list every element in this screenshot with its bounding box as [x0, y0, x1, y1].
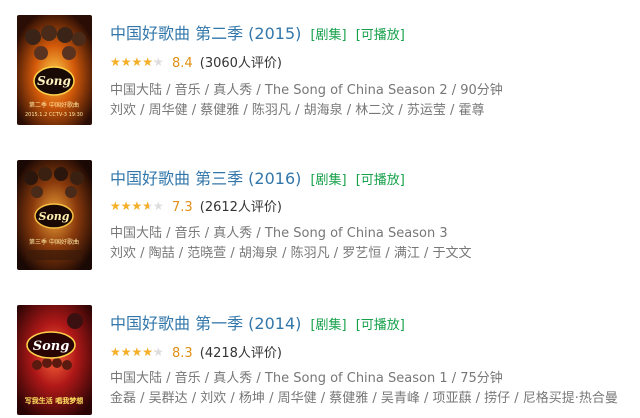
rating-stars: ★★★★★★★★★★: [110, 345, 164, 359]
poster-image[interactable]: Song 第三季 中国好歌曲: [17, 160, 92, 270]
series-tag[interactable]: [剧集]: [310, 318, 346, 333]
poster-image[interactable]: Song 第二季 中国好歌曲 2015.1.2 CCTV-3 19:30: [17, 15, 92, 125]
meta-info: 中国大陆 / 音乐 / 真人秀 / The Song of China Seas…: [110, 371, 503, 386]
result-item: Song 写我生活 唱我梦想 中国好歌曲 第一季 (2014) [剧集] [可播…: [0, 290, 640, 415]
title-link[interactable]: 中国好歌曲 第三季 (2016): [110, 169, 301, 188]
poster-caption-text: 第二季 中国好歌曲: [29, 101, 79, 109]
series-tag[interactable]: [剧集]: [310, 28, 346, 43]
meta-info: 中国大陆 / 音乐 / 真人秀 / The Song of China Seas…: [110, 83, 503, 98]
rating-fill: ★★★★★: [110, 199, 150, 213]
cast-list: 金磊 / 吴群达 / 刘欢 / 杨坤 / 周华健 / 蔡健雅 / 吴青峰 / 项…: [110, 391, 618, 406]
poster-caption-text: 写我生活 唱我梦想: [25, 396, 83, 405]
meta-info: 中国大陆 / 音乐 / 真人秀 / The Song of China Seas…: [110, 226, 448, 241]
rating-score: 7.3: [171, 200, 193, 215]
rating-count: (4218人评价): [199, 346, 282, 361]
playable-tag[interactable]: [可播放]: [356, 173, 405, 188]
cast-list: 刘欢 / 周华健 / 蔡健雅 / 陈羽凡 / 胡海泉 / 林二汶 / 苏运莹 /…: [110, 103, 485, 118]
result-item: Song 第三季 中国好歌曲 中国好歌曲 第三季 (2016) [剧集] [可播…: [0, 145, 640, 270]
poster-image[interactable]: Song 写我生活 唱我梦想: [17, 305, 92, 415]
result-item: Song 第二季 中国好歌曲 2015.1.2 CCTV-3 19:30 中国好…: [0, 0, 640, 125]
rating-fill: ★★★★★: [110, 345, 155, 359]
poster-caption-text: 第三季 中国好歌曲: [29, 238, 79, 246]
series-tag[interactable]: [剧集]: [310, 173, 346, 188]
rating-fill: ★★★★★: [110, 55, 155, 69]
rating-stars: ★★★★★★★★★★: [110, 199, 164, 213]
rating-stars: ★★★★★★★★★★: [110, 55, 164, 69]
playable-tag[interactable]: [可播放]: [356, 318, 405, 333]
cast-list: 刘欢 / 陶喆 / 范晓萱 / 胡海泉 / 陈羽凡 / 罗艺恒 / 满江 / 于…: [110, 246, 472, 261]
rating-score: 8.3: [171, 346, 193, 361]
poster-date-text: 2015.1.2 CCTV-3 19:30: [25, 112, 83, 118]
title-link[interactable]: 中国好歌曲 第二季 (2015): [110, 24, 301, 43]
poster-logo-text: Song: [37, 74, 71, 88]
poster-logo-text: Song: [33, 339, 70, 354]
rating-score: 8.4: [171, 56, 193, 71]
search-results-list: Song 第二季 中国好歌曲 2015.1.2 CCTV-3 19:30 中国好…: [0, 0, 640, 418]
rating-count: (3060人评价): [199, 56, 282, 71]
poster-logo-text: Song: [39, 210, 70, 223]
rating-count: (2612人评价): [199, 200, 282, 215]
playable-tag[interactable]: [可播放]: [356, 28, 405, 43]
title-link[interactable]: 中国好歌曲 第一季 (2014): [110, 314, 301, 333]
